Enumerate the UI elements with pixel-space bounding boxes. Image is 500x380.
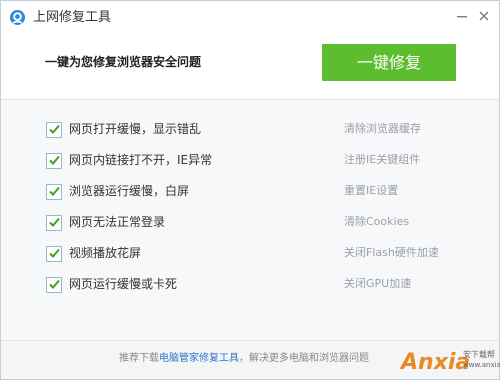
download-repair-tool-link[interactable]: 电脑管家修复工具 (159, 353, 239, 364)
issue-checkbox[interactable] (46, 184, 62, 200)
issue-checkbox[interactable] (46, 277, 62, 293)
one-click-fix-button[interactable]: 一键修复 (322, 44, 456, 81)
issue-list: 网页打开缓慢，显示错乱 清除浏览器缓存 网页内链接打不开，IE异常 注册IE关键… (1, 100, 499, 340)
issue-label: 网页无法正常登录 (69, 215, 166, 229)
issue-action: 重置IE设置 (344, 184, 399, 197)
issue-label: 网页运行缓慢或卡死 (69, 277, 178, 291)
issue-action: 清除浏览器缓存 (344, 122, 421, 135)
issue-checkbox[interactable] (46, 215, 62, 231)
issue-label: 网页内链接打不开，IE异常 (69, 153, 213, 167)
issue-action: 注册IE关键组件 (344, 153, 421, 166)
checkmark-icon (49, 186, 60, 196)
issue-action: 关闭GPU加速 (344, 277, 412, 290)
close-icon[interactable] (475, 7, 493, 25)
site-watermark: Anxia 安下载帮 www.anxia.com (401, 348, 500, 380)
issue-checkbox[interactable] (46, 153, 62, 169)
app-logo-icon (9, 9, 26, 26)
checkmark-icon (49, 248, 60, 258)
issue-label: 浏览器运行缓慢，白屏 (69, 184, 190, 198)
checkmark-icon (49, 124, 60, 134)
issue-checkbox[interactable] (46, 122, 62, 138)
footer-suffix: ，解决更多电脑和浏览器问题 (239, 353, 369, 364)
footer-text: 推荐下载电脑管家修复工具，解决更多电脑和浏览器问题 (119, 352, 369, 366)
issue-label: 网页打开缓慢，显示错乱 (69, 122, 202, 136)
issue-row: 网页运行缓慢或卡死 关闭GPU加速 (1, 271, 499, 301)
issue-label: 视频播放花屏 (69, 246, 142, 260)
repair-tool-window: 上网修复工具 一键为您修复浏览器安全问题 一键修复 网页打开缓慢，显示错乱 清除… (0, 0, 500, 380)
issue-checkbox[interactable] (46, 246, 62, 262)
checkmark-icon (49, 279, 60, 289)
issue-row: 网页无法正常登录 清除Cookies (1, 209, 499, 239)
issue-action: 关闭Flash硬件加速 (344, 246, 439, 259)
header-description: 一键为您修复浏览器安全问题 (45, 55, 202, 69)
checkmark-icon (49, 217, 60, 227)
issue-row: 视频播放花屏 关闭Flash硬件加速 (1, 240, 499, 270)
title-bar: 上网修复工具 (1, 1, 499, 35)
header-section: 一键为您修复浏览器安全问题 一键修复 (1, 35, 499, 99)
issue-row: 网页打开缓慢，显示错乱 清除浏览器缓存 (1, 116, 499, 146)
checkmark-icon (49, 155, 60, 165)
footer-prefix: 推荐下载 (119, 353, 159, 364)
watermark-brand: Anxia (401, 350, 471, 375)
watermark-subtitle: 安下载帮 (463, 350, 495, 359)
issue-action: 清除Cookies (344, 215, 410, 228)
window-title: 上网修复工具 (33, 10, 112, 25)
issue-row: 浏览器运行缓慢，白屏 重置IE设置 (1, 178, 499, 208)
watermark-url: www.anxia.com (463, 361, 500, 369)
minimize-icon[interactable] (453, 7, 471, 25)
issue-row: 网页内链接打不开，IE异常 注册IE关键组件 (1, 147, 499, 177)
